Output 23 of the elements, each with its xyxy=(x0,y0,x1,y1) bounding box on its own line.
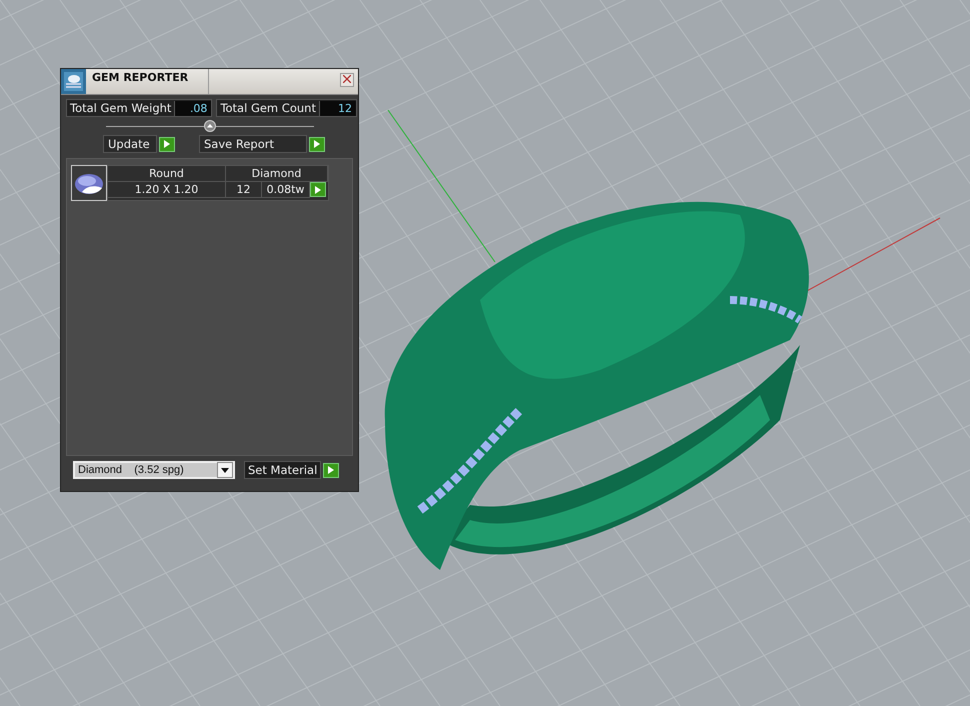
material-dropdown[interactable]: Diamond (3.52 spg) xyxy=(73,461,235,479)
size-cell: 1.20 X 1.20 xyxy=(108,182,226,198)
run-button[interactable] xyxy=(159,136,175,152)
action-label: Set Material xyxy=(244,461,322,479)
shape-cell: Round xyxy=(108,166,226,182)
play-icon xyxy=(315,186,321,194)
app-icon xyxy=(61,69,86,94)
window-title: GEM REPORTER xyxy=(86,69,209,94)
close-button[interactable] xyxy=(340,73,354,87)
splitter-handle[interactable] xyxy=(204,120,216,132)
count-cell: 12 xyxy=(226,182,262,198)
total-value: .08 xyxy=(174,100,212,116)
action-label: Save Report xyxy=(199,135,307,153)
action-label: Update xyxy=(103,135,157,153)
play-icon xyxy=(314,140,320,148)
close-icon xyxy=(343,75,351,83)
play-icon xyxy=(328,466,334,474)
run-button[interactable] xyxy=(309,136,325,152)
run-button[interactable] xyxy=(323,462,340,478)
play-icon xyxy=(164,140,170,148)
total-label: Total Gem Weight xyxy=(69,100,172,116)
total-value: 12 xyxy=(318,100,356,116)
total-label: Total Gem Count xyxy=(219,100,317,116)
